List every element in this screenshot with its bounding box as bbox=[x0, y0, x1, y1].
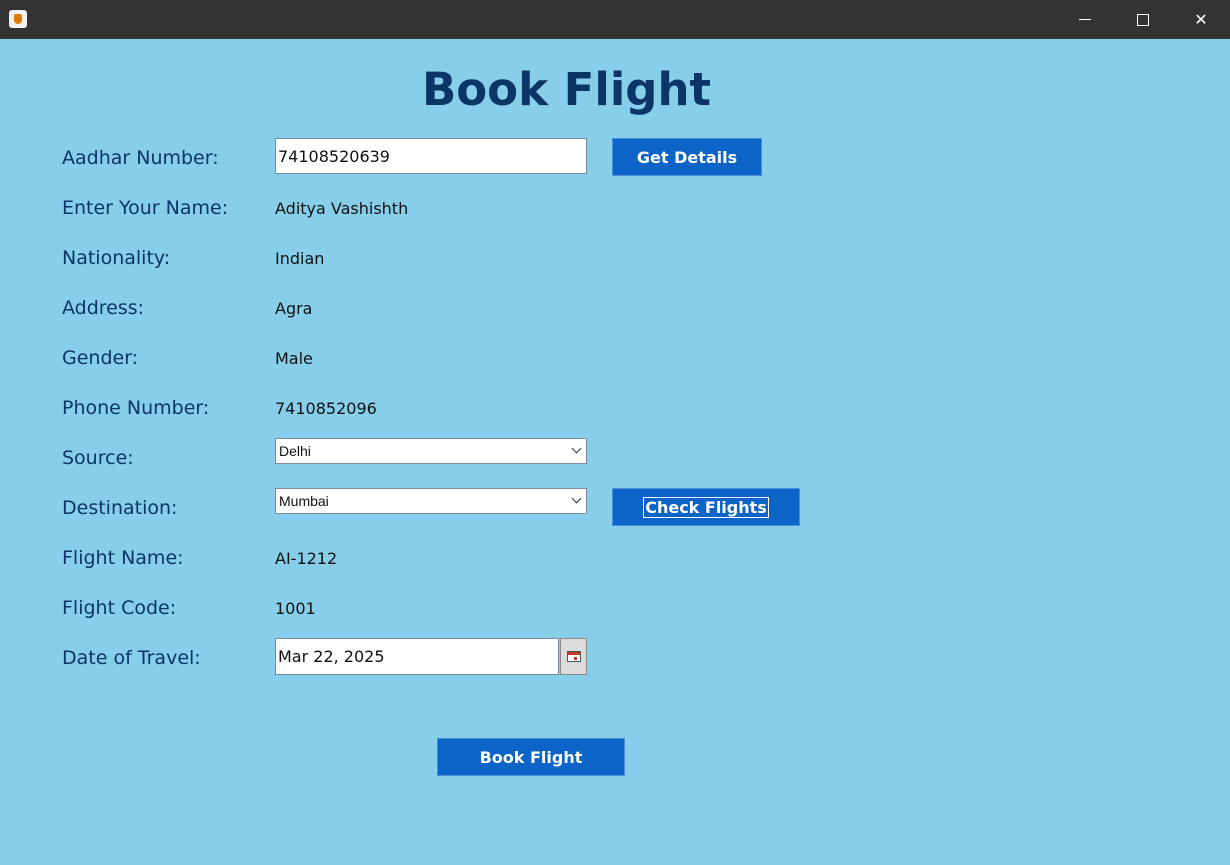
gender-value: Male bbox=[275, 349, 313, 368]
date-of-travel-label: Date of Travel: bbox=[62, 647, 201, 669]
phone-value: 7410852096 bbox=[275, 399, 377, 418]
destination-label: Destination: bbox=[62, 497, 178, 519]
name-label: Enter Your Name: bbox=[62, 197, 229, 219]
get-details-button[interactable]: Get Details bbox=[612, 138, 762, 176]
flight-code-value: 1001 bbox=[275, 599, 316, 618]
address-label: Address: bbox=[62, 297, 145, 319]
source-selected-value: Delhi bbox=[279, 443, 311, 459]
calendar-icon bbox=[566, 651, 581, 662]
calendar-picker-button[interactable] bbox=[560, 638, 587, 675]
chevron-down-icon bbox=[571, 443, 582, 454]
window-titlebar: ✕ bbox=[0, 0, 1230, 39]
maximize-icon[interactable] bbox=[1114, 0, 1172, 39]
check-flights-button[interactable]: Check Flights bbox=[612, 488, 800, 526]
close-icon[interactable]: ✕ bbox=[1172, 0, 1230, 39]
destination-select[interactable]: Mumbai bbox=[275, 488, 587, 514]
date-of-travel-input[interactable]: Mar 22, 2025 bbox=[275, 638, 559, 675]
aadhar-input-value: 74108520639 bbox=[278, 146, 390, 166]
date-of-travel-value: Mar 22, 2025 bbox=[278, 647, 385, 666]
nationality-value: Indian bbox=[275, 249, 325, 268]
check-flights-label: Check Flights bbox=[643, 496, 769, 518]
page-title: Book Flight bbox=[421, 63, 712, 116]
name-value: Aditya Vashishth bbox=[275, 199, 409, 218]
java-app-icon bbox=[9, 10, 27, 28]
book-flight-button[interactable]: Book Flight bbox=[437, 738, 625, 776]
chevron-down-icon bbox=[571, 493, 582, 504]
phone-label: Phone Number: bbox=[62, 397, 210, 419]
flight-name-label: Flight Name: bbox=[62, 547, 184, 569]
source-select[interactable]: Delhi bbox=[275, 438, 587, 464]
flight-code-label: Flight Code: bbox=[62, 597, 177, 619]
aadhar-input[interactable]: 74108520639 bbox=[275, 138, 587, 174]
source-label: Source: bbox=[62, 447, 134, 469]
aadhar-label: Aadhar Number: bbox=[62, 147, 219, 169]
minimize-icon[interactable] bbox=[1056, 0, 1114, 39]
flight-name-value: AI-1212 bbox=[275, 549, 338, 568]
address-value: Agra bbox=[275, 299, 313, 318]
gender-label: Gender: bbox=[62, 347, 139, 369]
destination-selected-value: Mumbai bbox=[279, 493, 329, 509]
nationality-label: Nationality: bbox=[62, 247, 171, 269]
